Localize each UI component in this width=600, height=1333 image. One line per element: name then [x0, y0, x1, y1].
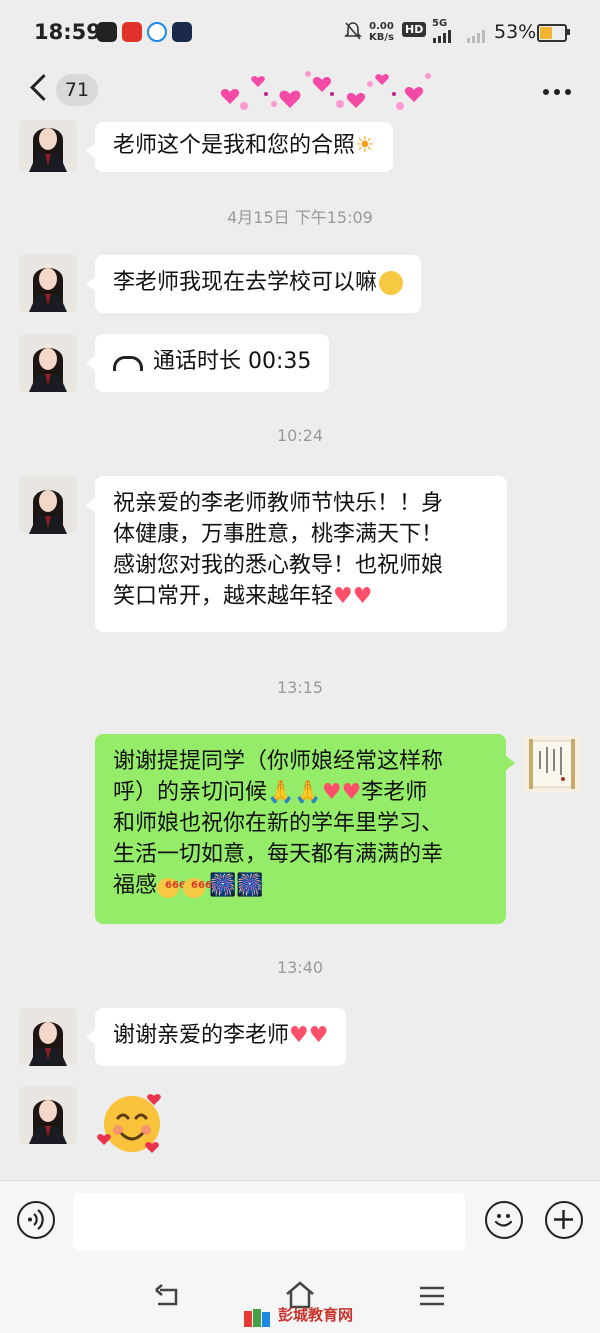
message-text: 生活一切如意，每天都有满满的幸: [113, 842, 444, 867]
contact-avatar[interactable]: [19, 1086, 77, 1144]
my-avatar[interactable]: [523, 735, 581, 793]
unread-count-badge: 71: [56, 74, 98, 106]
mute-bell-icon: [344, 22, 362, 40]
message-text: 呼）的亲切问候: [113, 780, 268, 805]
menu-nav-icon[interactable]: [418, 1285, 446, 1307]
avatar-image: [19, 334, 77, 392]
battery-tip: [567, 29, 570, 35]
timestamp: 4月15日 下午15:09: [227, 208, 373, 227]
app-notification-icon: [122, 22, 142, 42]
heart-emoji-icon: ♥: [352, 584, 373, 609]
avatar-image: [19, 1086, 77, 1144]
call-record-bubble[interactable]: 通话时长 00:35: [85, 334, 330, 392]
battery-icon: [537, 24, 567, 42]
more-dots-icon: [565, 89, 571, 95]
message-input[interactable]: [73, 1193, 465, 1251]
watermark-logo-icon: [244, 1309, 270, 1327]
message-text: 老师这个是我和您的合照: [113, 133, 356, 158]
network-type: 5G: [432, 18, 448, 29]
more-functions-button[interactable]: [545, 1201, 583, 1239]
signal-icon: [433, 30, 451, 43]
smiley-icon: [494, 1214, 513, 1227]
666-emoji-icon: 666: [183, 874, 212, 898]
avatar-image: [19, 120, 77, 172]
firework-emoji-icon: 🎆: [209, 873, 237, 898]
message-text: 感谢您对我的悉心教导！也祝师娘: [113, 553, 444, 578]
heart-emoji-icon: ♥: [289, 1023, 309, 1048]
timestamp: 13:40: [276, 958, 324, 977]
contact-name-decoration: [220, 71, 431, 110]
emoji-button[interactable]: [485, 1201, 523, 1239]
calligraphy-avatar-image: [523, 735, 581, 793]
watermark-text: 彭城教育网: [278, 1306, 354, 1324]
heart-emoji-icon: ♥: [341, 780, 362, 805]
timestamp: 13:15: [276, 678, 324, 697]
plus-icon: [554, 1210, 573, 1229]
message-text: 谢谢亲爱的李老师: [113, 1023, 290, 1048]
contact-avatar[interactable]: [19, 476, 77, 534]
666-label: 666: [191, 880, 212, 891]
system-navigation-bar: 彭城教育网: [0, 1266, 600, 1333]
message-text: 李老师: [361, 780, 428, 805]
message-text: 李老师我现在去学校可以嘛: [113, 270, 378, 295]
message-list[interactable]: 老师这个是我和您的合照☀ 4月15日 下午15:09 李老师我现在去学校可以嘛 …: [0, 120, 600, 1180]
message-bubble[interactable]: 李老师我现在去学校可以嘛: [85, 255, 422, 313]
contact-avatar[interactable]: [19, 120, 77, 172]
smiling-face-with-hearts-icon[interactable]: [96, 1086, 168, 1158]
more-options-button[interactable]: [543, 89, 571, 95]
avatar-image: [19, 476, 77, 534]
thinking-face-emoji-icon: [379, 271, 404, 295]
hd-badge: HD: [402, 22, 427, 37]
avatar-image: [19, 1008, 77, 1066]
status-bar: 18:59 0.00 KB/s HD 5G 53%: [0, 0, 600, 64]
message-text: 福感: [113, 873, 158, 898]
666-emoji-icon: 666: [157, 874, 186, 898]
battery-level: [540, 27, 552, 39]
net-speed-unit: KB/s: [369, 32, 394, 43]
pray-emoji-icon: 🙏: [267, 780, 295, 805]
voice-waves-icon: [28, 1209, 44, 1230]
net-speed: 0.00 KB/s: [369, 21, 394, 43]
sun-emoji-icon: ☀: [355, 133, 375, 158]
input-bar: [0, 1180, 600, 1267]
phone-hangup-icon: [113, 355, 143, 371]
contact-avatar[interactable]: [19, 334, 77, 392]
app-notification-icon: [147, 22, 167, 42]
firework-emoji-icon: 🎆: [236, 873, 264, 898]
my-message-bubble[interactable]: 谢谢提提同学（你师娘经常这样称 呼）的亲切问候🙏🙏♥♥李老师 和师娘也祝你在新的…: [95, 734, 515, 924]
status-time: 18:59: [34, 20, 101, 44]
more-dots-icon: [554, 89, 560, 95]
message-text: 和师娘也祝你在新的学年里学习、: [113, 811, 444, 836]
message-bubble[interactable]: 老师这个是我和您的合照☀: [86, 122, 393, 172]
battery-percent: 53%: [494, 21, 537, 43]
contact-avatar[interactable]: [19, 1008, 77, 1066]
back-button[interactable]: 71: [10, 64, 100, 120]
timestamp: 10:24: [276, 426, 324, 445]
more-dots-icon: [543, 89, 549, 95]
message-text: 谢谢提提同学（你师娘经常这样称: [113, 749, 444, 774]
message-text: 体健康，万事胜意，桃李满天下！: [113, 522, 444, 547]
message-text: 祝亲爱的李老师教师节快乐！！身: [113, 491, 444, 516]
app-notification-icon: [172, 22, 192, 42]
call-duration-text: 通话时长 00:35: [153, 349, 312, 374]
chat-header: 71: [0, 64, 600, 120]
message-text: 笑口常开，越来越年轻: [113, 584, 334, 609]
pray-emoji-icon: 🙏: [294, 780, 322, 805]
app-notification-icon: [97, 22, 117, 42]
contact-avatar[interactable]: [19, 254, 77, 312]
message-bubble[interactable]: 谢谢亲爱的李老师♥♥: [85, 1008, 347, 1066]
avatar-image: [19, 254, 77, 312]
voice-input-button[interactable]: [17, 1201, 55, 1239]
back-nav-icon[interactable]: [152, 1284, 182, 1310]
heart-emoji-icon: ♥: [333, 584, 353, 609]
chevron-left-icon: [30, 74, 57, 101]
heart-emoji-icon: ♥: [321, 780, 342, 805]
signal-icon: [467, 30, 485, 43]
net-speed-value: 0.00: [369, 21, 394, 32]
message-bubble[interactable]: 祝亲爱的李老师教师节快乐！！身 体健康，万事胜意，桃李满天下！ 感谢您对我的悉心…: [86, 476, 507, 632]
heart-emoji-icon: ♥: [308, 1023, 329, 1048]
